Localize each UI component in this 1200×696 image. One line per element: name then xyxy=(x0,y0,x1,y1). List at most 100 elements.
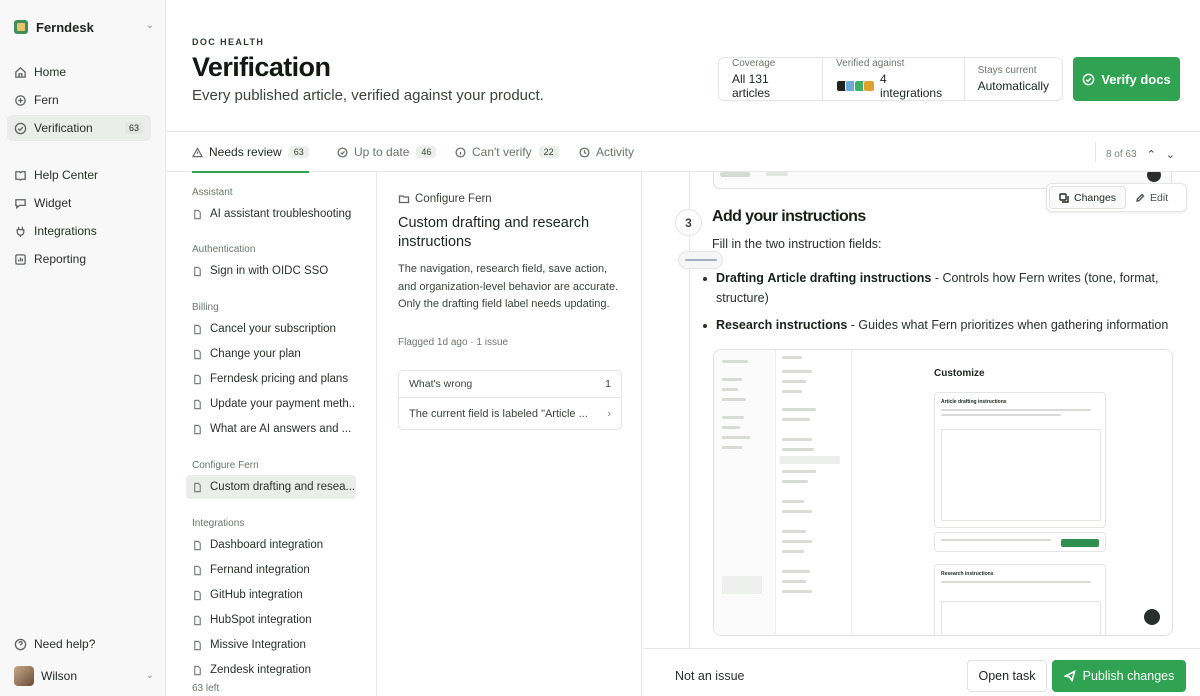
stat-key: Coverage xyxy=(732,58,776,69)
screenshot-detail xyxy=(782,570,810,573)
publish-changes-button[interactable]: Publish changes xyxy=(1052,660,1186,692)
issue-count: 1 xyxy=(605,378,611,390)
workspace-name: Ferndesk xyxy=(36,19,94,35)
item-label: Ferndesk pricing and plans xyxy=(210,373,349,385)
ferndesk-logo xyxy=(14,20,28,34)
item-label: Missive Integration xyxy=(210,639,306,651)
tab-up-to-date[interactable]: Up to date 46 xyxy=(337,132,437,172)
nav-item-fern[interactable]: Fern xyxy=(7,87,151,113)
document-icon xyxy=(194,374,201,384)
list-item[interactable]: Update your payment meth... xyxy=(186,392,356,416)
screenshot-detail xyxy=(941,429,1101,521)
list-item[interactable]: AI assistant troubleshooting xyxy=(186,202,356,226)
step-rail xyxy=(689,172,690,648)
chevron-up-icon[interactable]: ⌃ xyxy=(1147,148,1156,161)
settings-screenshot: Customize Article drafting instructions … xyxy=(713,349,1173,636)
screenshot-detail xyxy=(722,416,744,419)
screenshot-detail xyxy=(782,380,806,383)
action-bar: Not an issue Open task Publish changes xyxy=(643,648,1200,696)
screenshot-detail xyxy=(722,398,746,401)
item-label: Zendesk integration xyxy=(210,664,312,676)
list-item[interactable]: Change your plan xyxy=(186,342,356,366)
warning-icon xyxy=(192,146,203,157)
nav-item-home[interactable]: Home xyxy=(7,59,151,85)
nav-item-help-center[interactable]: Help Center xyxy=(7,162,151,188)
edit-button[interactable]: Edit xyxy=(1126,186,1177,209)
screenshot-detail xyxy=(782,510,812,513)
screenshot-detail xyxy=(782,480,808,483)
tab-needs-review[interactable]: Needs review 63 xyxy=(192,132,309,173)
user-name: Wilson xyxy=(41,669,78,683)
nav-item-reporting[interactable]: Reporting xyxy=(7,246,151,272)
list-item[interactable]: GitHub integration xyxy=(186,583,356,607)
chevron-down-icon[interactable]: ⌄ xyxy=(1166,148,1175,161)
list-item[interactable]: Dashboard integration xyxy=(186,533,356,557)
verify-docs-button[interactable]: Verify docs xyxy=(1073,57,1180,101)
user-menu[interactable]: Wilson ⌄ xyxy=(14,665,154,687)
item-label: What are AI answers and ... xyxy=(210,423,352,435)
nav-item-verification[interactable]: Verification 63 xyxy=(7,115,151,141)
open-task-button[interactable]: Open task xyxy=(967,660,1047,692)
home-icon xyxy=(15,66,26,78)
not-an-issue-button[interactable]: Not an issue xyxy=(675,669,744,683)
diff-marker[interactable] xyxy=(678,251,723,269)
changes-button[interactable]: Changes xyxy=(1049,186,1127,209)
divider xyxy=(1094,142,1096,162)
book-icon xyxy=(15,170,26,181)
tab-activity[interactable]: Activity xyxy=(579,132,634,172)
list-item-selected[interactable]: Custom drafting and resea... xyxy=(186,475,356,499)
screenshot-settings-nav xyxy=(776,350,852,635)
document-icon xyxy=(194,615,201,625)
list-item[interactable]: Sign in with OIDC SSO xyxy=(186,259,356,283)
page-subtitle: Every published article, verified agains… xyxy=(192,87,544,104)
workspace-switcher[interactable]: Ferndesk ⌄ xyxy=(14,17,154,37)
issue-text: The current field is labeled "Article ..… xyxy=(409,407,588,420)
screenshot-detail xyxy=(782,390,802,393)
screenshot-detail xyxy=(941,601,1101,635)
screenshot-card xyxy=(934,532,1106,552)
chat-bubble-icon xyxy=(15,198,26,209)
screenshot-card-title: Research instructions xyxy=(941,571,994,577)
article-list: Assistant AI assistant troubleshooting A… xyxy=(166,172,377,696)
screenshot-detail xyxy=(941,539,1051,541)
section-intro: Fill in the two instruction fields: xyxy=(712,237,882,251)
document-icon xyxy=(194,399,201,409)
sidebar: Ferndesk ⌄ Home Fern Verification 63 Hel… xyxy=(0,0,166,696)
list-item[interactable]: HubSpot integration xyxy=(186,608,356,632)
list-item[interactable]: Ferndesk pricing and plans xyxy=(186,367,356,391)
item-label: HubSpot integration xyxy=(210,614,312,626)
issue-row[interactable]: The current field is labeled "Article ..… xyxy=(399,398,621,429)
tab-bar: Needs review 63 Up to date 46 Can't veri… xyxy=(166,131,1200,173)
bullet-term: Research instructions xyxy=(716,318,848,332)
article-title: Custom drafting and research instruction… xyxy=(398,215,590,250)
tab-label: Up to date xyxy=(354,145,410,159)
document-icon xyxy=(194,324,201,334)
list-item[interactable]: Fernand integration xyxy=(186,558,356,582)
check-circle-icon xyxy=(14,122,27,134)
verify-docs-label: Verify docs xyxy=(1101,71,1171,87)
screenshot-detail xyxy=(782,590,812,593)
list-item[interactable]: Missive Integration xyxy=(186,633,356,657)
group-label: Authentication xyxy=(192,244,256,255)
pencil-icon xyxy=(1136,193,1145,202)
item-label: Custom drafting and resea... xyxy=(210,481,356,493)
nav-label: Help Center xyxy=(34,168,99,182)
chevron-updown-icon: ⌄ xyxy=(145,670,154,681)
list-item[interactable]: Cancel your subscription xyxy=(186,317,356,341)
document-icon xyxy=(194,349,201,359)
list-item[interactable]: Zendesk integration xyxy=(186,658,356,682)
chart-icon xyxy=(15,253,26,265)
list-item[interactable]: What are AI answers and ... xyxy=(186,417,356,441)
item-label: AI assistant troubleshooting xyxy=(210,208,352,220)
document-icon xyxy=(194,209,201,219)
nav-item-widget[interactable]: Widget xyxy=(7,190,151,216)
tab-cant-verify[interactable]: Can't verify 22 xyxy=(455,132,559,172)
bullet-text: - Guides what Fern prioritizes when gath… xyxy=(847,318,1169,332)
breadcrumb[interactable]: Configure Fern xyxy=(398,193,492,205)
chevron-right-icon: › xyxy=(607,407,611,420)
breadcrumb-label: Configure Fern xyxy=(415,193,492,205)
need-help-link[interactable]: Need help? xyxy=(7,631,151,657)
nav-item-integrations[interactable]: Integrations xyxy=(7,218,151,244)
article-preview: Changes Edit 3 Add your instructions Fil… xyxy=(643,172,1200,648)
screenshot-card: Article drafting instructions xyxy=(934,392,1106,528)
